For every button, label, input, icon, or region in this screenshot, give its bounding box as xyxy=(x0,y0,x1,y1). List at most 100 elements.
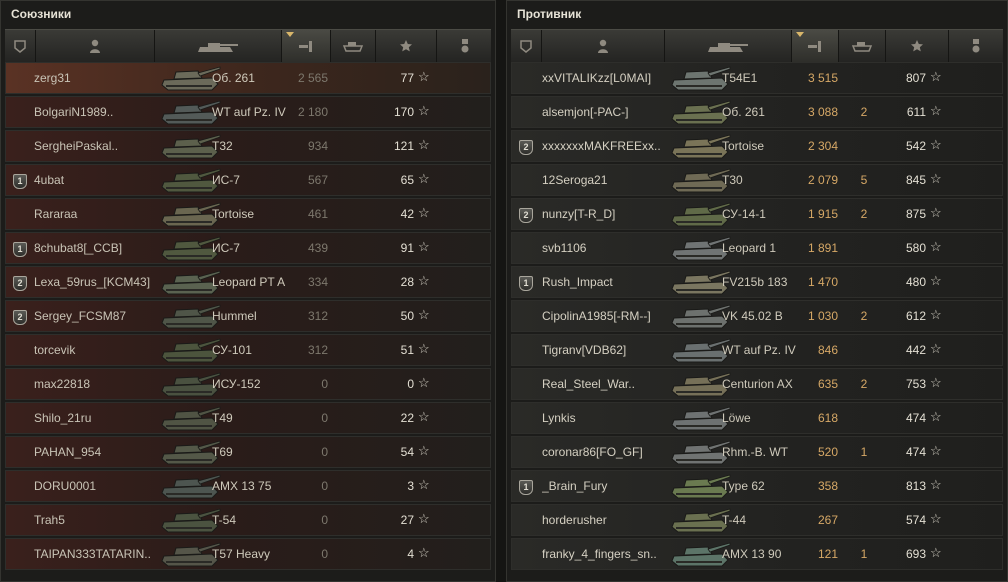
xp-value: 50 xyxy=(400,309,414,323)
player-row[interactable]: svb1106 Leopard 11 891 580 ☆ xyxy=(511,232,1003,264)
player-row[interactable]: zerg31 Об. 261 2 565 77 ☆ xyxy=(5,62,491,94)
squad-badge: 2 xyxy=(13,310,27,325)
damage-value: 3 088 xyxy=(807,105,838,119)
player-icon xyxy=(598,39,608,53)
damage-value: 121 xyxy=(817,547,838,561)
star-icon: ☆ xyxy=(930,409,942,424)
kills-value: 2 xyxy=(860,377,868,391)
damage-column-header[interactable] xyxy=(282,30,331,62)
xp-value: 170 xyxy=(393,105,414,119)
damage-value: 312 xyxy=(307,343,328,357)
star-icon xyxy=(911,40,923,52)
vehicle-name: AMX 13 90 xyxy=(722,547,782,561)
player-row[interactable]: xxVITALIKzz[L0MAI] T54E1 3 515 807 ☆ xyxy=(511,62,1003,94)
squad-column-header[interactable] xyxy=(5,30,36,62)
vehicle-name: VK 45.02 B xyxy=(722,309,783,323)
player-row[interactable]: TAIPAN333TATARIN.. T57 Heavy 0 4 ☆ xyxy=(5,538,491,570)
star-icon: ☆ xyxy=(418,205,430,220)
medal-column-header[interactable] xyxy=(437,30,493,62)
squad-badge: 2 xyxy=(519,140,533,155)
squad-badge: 1 xyxy=(13,174,27,189)
xp-value: 574 xyxy=(905,513,926,527)
allies-list: zerg31 Об. 261 2 565 77 ☆ BolgariN1989.. WT au… xyxy=(5,62,491,572)
damage-value: 461 xyxy=(307,207,328,221)
xp-value: 474 xyxy=(905,445,926,459)
damage-column-header[interactable] xyxy=(792,30,839,62)
star-icon: ☆ xyxy=(930,307,942,322)
star-icon: ☆ xyxy=(930,171,942,186)
xp-value: 54 xyxy=(400,445,414,459)
player-row[interactable]: Real_Steel_War.. Centurion AX 635 2 753 ☆ xyxy=(511,368,1003,400)
player-row[interactable]: franky_4_fingers_sn.. AMX 13 90 121 1 693 ☆ xyxy=(511,538,1003,570)
enemies-column-header xyxy=(511,29,1003,63)
player-row[interactable]: 2 nunzy[T-R_D] СУ-14-1 1 915 2 875 ☆ xyxy=(511,198,1003,230)
kills-value: 2 xyxy=(860,309,868,323)
vehicle-name: Rhm.-B. WT xyxy=(722,445,788,459)
tank-icon xyxy=(198,43,238,52)
player-column-header[interactable] xyxy=(542,30,665,62)
enemies-panel: Противник xxVITALIKzz[L0MAI] T54E1 3 515 80… xyxy=(506,0,1008,582)
player-row[interactable]: Trah5 T-54 0 27 ☆ xyxy=(5,504,491,536)
player-column-header[interactable] xyxy=(36,30,155,62)
player-row[interactable]: coronar86[FO_GF] Rhm.-B. WT 520 1 474 ☆ xyxy=(511,436,1003,468)
damage-value: 1 891 xyxy=(807,241,838,255)
player-row[interactable]: Rararaa Tortoise 461 42 ☆ xyxy=(5,198,491,230)
player-row[interactable]: 1 8chubat8[_CCB] ИС-7 439 91 ☆ xyxy=(5,232,491,264)
star-icon: ☆ xyxy=(418,307,430,322)
star-icon: ☆ xyxy=(930,375,942,390)
player-row[interactable]: alsemjon[-PAC-] Об. 261 3 088 2 611 ☆ xyxy=(511,96,1003,128)
player-row[interactable]: 1 _Brain_Fury Type 62 358 813 ☆ xyxy=(511,470,1003,502)
damage-value: 846 xyxy=(817,343,838,357)
player-row[interactable]: 2 Sergey_FCSM87 Hummel 312 50 ☆ xyxy=(5,300,491,332)
kills-value: 1 xyxy=(860,547,868,561)
player-row[interactable]: DORU0001 AMX 13 75 0 3 ☆ xyxy=(5,470,491,502)
damage-value: 1 030 xyxy=(807,309,838,323)
player-row[interactable]: horderusher T-44 267 574 ☆ xyxy=(511,504,1003,536)
player-row[interactable]: Lynkis Löwe 618 474 ☆ xyxy=(511,402,1003,434)
player-row[interactable]: SergheiPaskal.. T32 934 121 ☆ xyxy=(5,130,491,162)
medal-column-header[interactable] xyxy=(949,30,1003,62)
tank-icon xyxy=(708,43,748,52)
damage-value: 358 xyxy=(817,479,838,493)
player-row[interactable]: Shilo_21ru T49 0 22 ☆ xyxy=(5,402,491,434)
xp-value: 875 xyxy=(905,207,926,221)
player-row[interactable]: max22818 ИСУ-152 0 0 ☆ xyxy=(5,368,491,400)
damage-value: 439 xyxy=(307,241,328,255)
player-row[interactable]: Tigranv[VDB62] WT auf Pz. IV 846 442 ☆ xyxy=(511,334,1003,366)
star-icon xyxy=(400,40,412,52)
damage-value: 334 xyxy=(307,275,328,289)
vehicle-name: T49 xyxy=(212,411,233,425)
vehicle-name: Löwe xyxy=(722,411,751,425)
player-row[interactable]: 2 Lexa_59rus_[KCM43] Leopard PT A 334 28 ☆ xyxy=(5,266,491,298)
star-icon: ☆ xyxy=(930,545,942,560)
star-icon: ☆ xyxy=(418,69,430,84)
vehicle-name: T30 xyxy=(722,173,743,187)
star-icon: ☆ xyxy=(418,239,430,254)
vehicle-name: WT auf Pz. IV xyxy=(722,343,796,357)
player-row[interactable]: 2 xxxxxxxMAKFREExx.. Tortoise 2 304 542 ☆ xyxy=(511,130,1003,162)
xp-column-header[interactable] xyxy=(886,30,949,62)
star-icon: ☆ xyxy=(930,205,942,220)
player-row[interactable]: 12Seroga21 T30 2 079 5 845 ☆ xyxy=(511,164,1003,196)
damage-value: 267 xyxy=(817,513,838,527)
player-row[interactable]: 1 Rush_Impact FV215b 183 1 470 480 ☆ xyxy=(511,266,1003,298)
star-icon: ☆ xyxy=(418,273,430,288)
vehicle-name: СУ-14-1 xyxy=(722,207,766,221)
player-row[interactable]: 1 4ubat ИС-7 567 65 ☆ xyxy=(5,164,491,196)
kills-column-header[interactable] xyxy=(331,30,376,62)
kills-column-header[interactable] xyxy=(839,30,886,62)
star-icon: ☆ xyxy=(418,375,430,390)
damage-value: 2 304 xyxy=(807,139,838,153)
xp-value: 442 xyxy=(905,343,926,357)
vehicle-column-header[interactable] xyxy=(665,30,792,62)
star-icon: ☆ xyxy=(418,409,430,424)
vehicle-column-header[interactable] xyxy=(155,30,282,62)
player-row[interactable]: PAHAN_954 T69 0 54 ☆ xyxy=(5,436,491,468)
player-row[interactable]: BolgariN1989.. WT auf Pz. IV 2 180 170 ☆ xyxy=(5,96,491,128)
player-row[interactable]: torcevik СУ-101 312 51 ☆ xyxy=(5,334,491,366)
player-row[interactable]: CipolinA1985[-RM--] VK 45.02 B1 030 2 612 ☆ xyxy=(511,300,1003,332)
squad-column-header[interactable] xyxy=(511,30,542,62)
xp-column-header[interactable] xyxy=(376,30,437,62)
xp-value: 51 xyxy=(400,343,414,357)
xp-value: 91 xyxy=(400,241,414,255)
